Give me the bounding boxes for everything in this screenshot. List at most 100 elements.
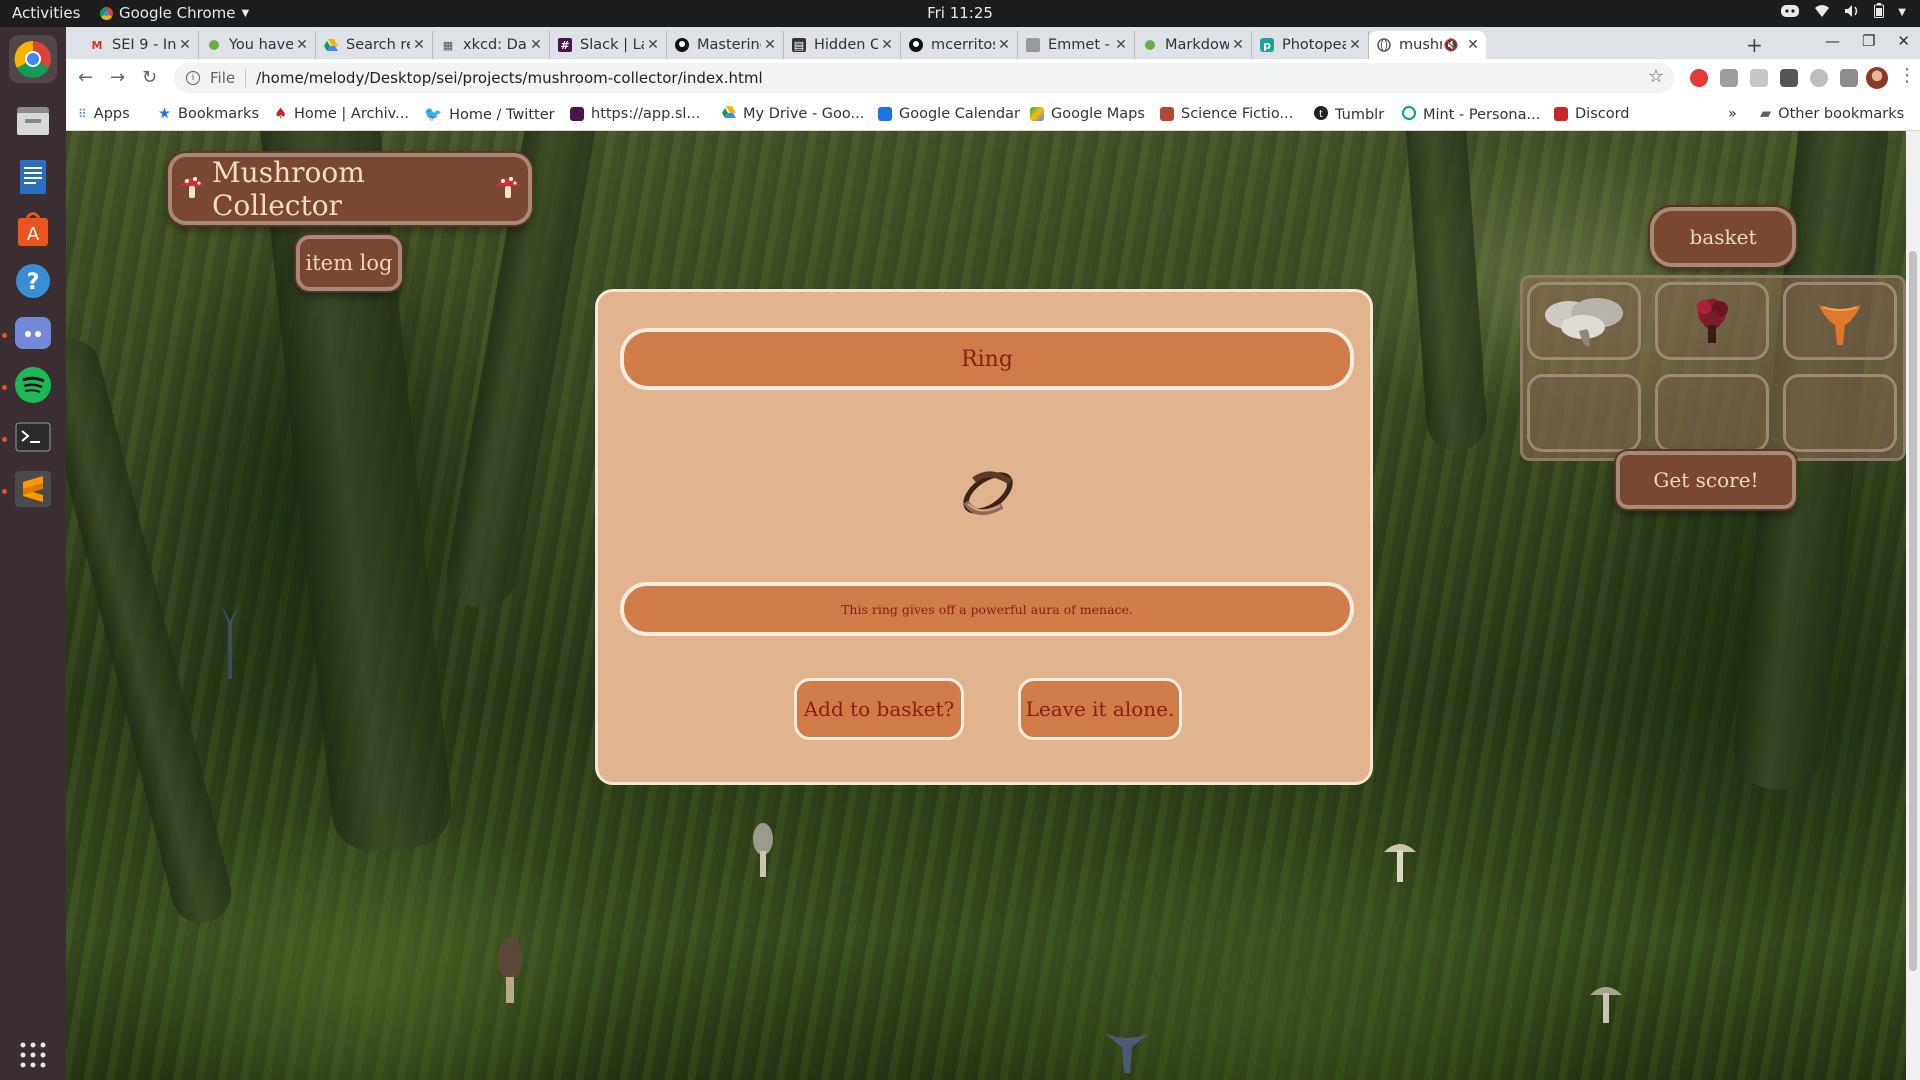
dock-sublime[interactable]	[9, 465, 57, 513]
dock-show-apps[interactable]	[9, 1031, 57, 1079]
overflow-label: »	[1728, 106, 1737, 122]
leave-it-button[interactable]: Leave it alone.	[1018, 678, 1182, 740]
tab-active[interactable]: mushro 🔇 ✕	[1369, 31, 1486, 59]
close-icon[interactable]: ✕	[410, 37, 428, 53]
bookmark-star-icon[interactable]: ☆	[1648, 66, 1664, 87]
bookmark-label: Discord	[1575, 106, 1630, 122]
system-tray[interactable]: ▼	[1780, 3, 1906, 22]
app-menu[interactable]: Google Chrome ▼	[100, 4, 249, 22]
close-icon[interactable]: ✕	[1229, 37, 1247, 53]
svg-text:A: A	[27, 224, 40, 245]
bookmark-label: My Drive - Goo...	[743, 106, 865, 122]
basket-button[interactable]: basket	[1650, 207, 1796, 267]
close-window-icon[interactable]: ✕	[1897, 32, 1910, 50]
tab-item[interactable]: Mastering ✕	[667, 31, 784, 59]
close-icon[interactable]: ✕	[1346, 37, 1364, 53]
tab-item[interactable]: Search resu ✕	[316, 31, 433, 59]
tumblr-icon: t	[1314, 106, 1328, 124]
avatar[interactable]	[1866, 67, 1888, 89]
new-tab-button[interactable]: +	[1746, 33, 1763, 57]
dock-terminal[interactable]	[9, 413, 57, 461]
add-to-basket-button[interactable]: Add to basket?	[794, 678, 964, 740]
basket-slot[interactable]	[1783, 374, 1897, 452]
bookmark-item[interactable]: t Tumblr	[1314, 106, 1384, 124]
opera-ext-icon[interactable]	[1690, 69, 1708, 87]
volume-icon[interactable]	[1844, 4, 1860, 22]
dock-writer[interactable]	[9, 153, 57, 201]
url-text[interactable]: /home/melody/Desktop/sei/projects/mushro…	[256, 69, 763, 87]
basket-slot[interactable]	[1655, 282, 1769, 360]
bookmark-item[interactable]: Mint - Persona...	[1402, 106, 1540, 124]
power-menu-icon[interactable]: ▼	[1898, 7, 1906, 18]
bookmark-item[interactable]: Google Maps	[1030, 106, 1145, 122]
address-bar[interactable]: i File /home/melody/Desktop/sei/projects…	[174, 63, 1674, 93]
clock: Fri 11:25	[927, 4, 993, 22]
extension-icon[interactable]	[1750, 69, 1768, 87]
dock-software[interactable]: A	[9, 205, 57, 253]
bookmark-item[interactable]: https://app.sl...	[570, 106, 700, 122]
shield-ext-icon[interactable]	[1720, 69, 1738, 87]
bookmark-item[interactable]: ★ Bookmarks	[158, 106, 259, 122]
basket-slot[interactable]	[1527, 282, 1641, 360]
wifi-icon[interactable]	[1814, 4, 1830, 22]
close-icon[interactable]: ✕	[527, 37, 545, 53]
tab-item[interactable]: # Slack | Lau ✕	[550, 31, 667, 59]
discord-tray-icon[interactable]	[1780, 4, 1800, 22]
extension-icon[interactable]	[1780, 69, 1798, 87]
bookmark-label: Google Calendar	[899, 106, 1020, 122]
bookmark-item[interactable]: My Drive - Goo...	[722, 106, 864, 122]
tab-item[interactable]: ▦ xkcd: Data ✕	[433, 31, 550, 59]
reload-icon[interactable]: ↻	[142, 67, 157, 88]
item-log-button[interactable]: item log	[296, 235, 402, 291]
bookmarks-overflow-button[interactable]: »	[1728, 106, 1737, 122]
dock-spotify[interactable]	[9, 361, 57, 409]
tab-item[interactable]: p Photopea | ✕	[1252, 31, 1369, 59]
bookmark-item[interactable]: Google Calendar	[878, 106, 1020, 122]
battery-icon[interactable]	[1874, 3, 1885, 22]
minimize-icon[interactable]: —	[1825, 32, 1840, 50]
tab-title: mcerritos/	[931, 37, 995, 53]
mushroom-decoration	[1104, 1033, 1150, 1073]
page-scrollbar[interactable]	[1906, 131, 1920, 1080]
activities-button[interactable]: Activities	[12, 4, 80, 22]
dock: A ?	[0, 27, 66, 1080]
bookmark-item[interactable]: Science Fictio...	[1160, 106, 1293, 122]
dock-help[interactable]: ?	[9, 257, 57, 305]
bookmark-item[interactable]: 🐦 Home / Twitter	[424, 106, 555, 124]
mute-icon[interactable]: 🔇	[1442, 38, 1460, 52]
extension-icon[interactable]	[1810, 69, 1828, 87]
bookmark-item[interactable]: Discord	[1554, 106, 1630, 122]
info-icon[interactable]: i	[186, 71, 200, 85]
dock-files[interactable]	[9, 97, 57, 145]
basket-slot[interactable]	[1527, 374, 1641, 452]
get-score-button[interactable]: Get score!	[1616, 451, 1796, 509]
close-icon[interactable]: ✕	[878, 37, 896, 53]
close-icon[interactable]: ✕	[293, 37, 311, 53]
dock-chrome[interactable]	[9, 35, 57, 83]
extension-icon[interactable]	[1840, 69, 1858, 87]
tab-item[interactable]: mcerritos/ ✕	[901, 31, 1018, 59]
tab-gmail[interactable]: M SEI 9 - Intro ✕	[82, 31, 199, 59]
bookmark-item[interactable]: ⠿ Apps	[78, 106, 130, 122]
tab-item[interactable]: Markdown ✕	[1135, 31, 1252, 59]
oyster-mushroom-icon	[1545, 298, 1623, 347]
close-icon[interactable]: ✕	[995, 37, 1013, 53]
other-bookmarks[interactable]: ▰ Other bookmarks	[1760, 106, 1904, 122]
basket-slot[interactable]	[1655, 374, 1769, 452]
dock-discord[interactable]	[9, 309, 57, 357]
basket-slot[interactable]	[1783, 282, 1897, 360]
close-icon[interactable]: ✕	[761, 37, 779, 53]
tab-item[interactable]: Emmet - Pe ✕	[1018, 31, 1135, 59]
tab-item[interactable]: ▤ Hidden Ca ✕	[784, 31, 901, 59]
close-icon[interactable]: ✕	[1464, 37, 1482, 53]
close-icon[interactable]: ✕	[644, 37, 662, 53]
scrollbar-thumb[interactable]	[1909, 251, 1917, 971]
close-icon[interactable]: ✕	[1112, 37, 1130, 53]
back-icon[interactable]: ←	[78, 67, 93, 88]
forward-icon[interactable]: →	[110, 67, 125, 88]
bookmark-item[interactable]: ♠ Home | Archiv...	[274, 106, 409, 122]
tab-item[interactable]: You have lo ✕	[199, 31, 316, 59]
kebab-menu-icon[interactable]: ⋮	[1898, 65, 1916, 86]
maximize-icon[interactable]: ❐	[1862, 32, 1875, 50]
close-icon[interactable]: ✕	[176, 37, 194, 53]
